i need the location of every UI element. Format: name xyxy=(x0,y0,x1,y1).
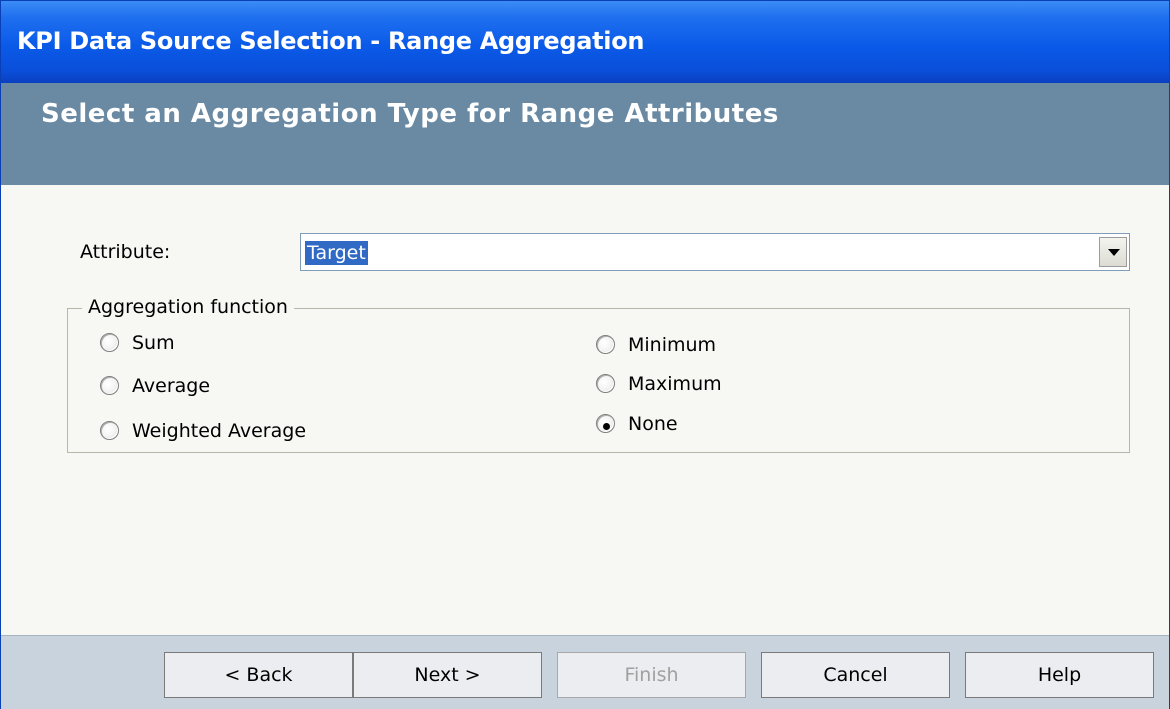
radio-circle[interactable] xyxy=(596,335,615,354)
radio-label: Minimum xyxy=(628,334,717,356)
finish-button[interactable]: Finish xyxy=(557,652,746,698)
radio-circle[interactable] xyxy=(100,333,119,352)
wizard-window: KPI Data Source Selection - Range Aggreg… xyxy=(0,0,1170,709)
header-banner: Select an Aggregation Type for Range Att… xyxy=(1,83,1169,185)
step-heading: Select an Aggregation Type for Range Att… xyxy=(41,99,779,129)
radio-circle[interactable] xyxy=(100,421,119,440)
radio-circle[interactable] xyxy=(100,376,119,395)
button-bar: < Back Next > Finish Cancel Help xyxy=(1,635,1169,709)
group-legend: Aggregation function xyxy=(82,296,294,318)
cancel-button[interactable]: Cancel xyxy=(761,652,950,698)
radio-selected-dot xyxy=(603,423,610,430)
radio-label: None xyxy=(628,413,678,435)
radio-label: Weighted Average xyxy=(132,420,307,442)
radio-circle[interactable] xyxy=(596,414,615,433)
dropdown-button[interactable] xyxy=(1099,237,1127,267)
radio-label: Average xyxy=(132,375,211,397)
radio-label: Sum xyxy=(132,332,175,354)
window-title: KPI Data Source Selection - Range Aggreg… xyxy=(17,27,645,55)
attribute-selected-value: Target xyxy=(305,241,368,265)
back-button[interactable]: < Back xyxy=(164,652,353,698)
radio-circle[interactable] xyxy=(596,374,615,393)
chevron-down-icon xyxy=(1108,249,1120,256)
attribute-label: Attribute: xyxy=(80,241,171,263)
help-button[interactable]: Help xyxy=(965,652,1154,698)
next-button[interactable]: Next > xyxy=(353,652,542,698)
title-bar[interactable]: KPI Data Source Selection - Range Aggreg… xyxy=(1,1,1169,83)
radio-label: Maximum xyxy=(628,373,722,395)
attribute-dropdown[interactable]: Target xyxy=(300,233,1130,271)
